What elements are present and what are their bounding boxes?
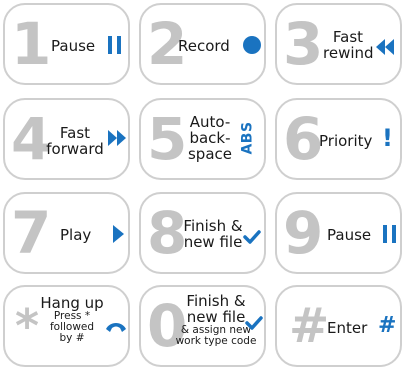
key-label: Hang up Press * followed by # (35, 295, 109, 344)
key-label: Priority (319, 132, 373, 150)
pause-icon (383, 225, 397, 243)
key-digit: 9 (283, 199, 323, 267)
key-label: Pause (51, 37, 96, 55)
key-5-auto-backspace[interactable]: 5 Auto- back- space ABS (139, 98, 266, 180)
key-label: Fast forward (45, 125, 105, 157)
key-label: Enter (327, 319, 368, 337)
key-label-line: back- (189, 129, 231, 147)
key-4-fast-forward[interactable]: 4 Fast forward (3, 98, 130, 180)
key-label-line: Fast (59, 124, 91, 142)
key-digit: 3 (283, 10, 323, 78)
key-sublabel: work type code (175, 335, 257, 347)
key-digit: 5 (147, 105, 187, 173)
exclamation-icon: ! (382, 124, 393, 152)
key-label-line: forward (46, 140, 104, 158)
key-label-line: space (187, 145, 232, 163)
fast-forward-icon (108, 130, 128, 146)
key-8-finish-new-file[interactable]: 8 Finish & new file (139, 192, 266, 274)
fast-rewind-icon (375, 39, 395, 55)
key-label-line: new file (183, 233, 243, 251)
hash-icon: # (378, 313, 397, 338)
key-label: Pause (327, 226, 372, 244)
key-label-line: Fast (332, 28, 364, 46)
checkmark-icon (243, 230, 261, 244)
key-hash-enter[interactable]: # Enter # (275, 285, 402, 367)
key-digit: 8 (147, 199, 187, 267)
key-3-fast-rewind[interactable]: 3 Fast rewind (275, 3, 402, 85)
key-label-line: Auto- (189, 113, 231, 131)
key-digit: 6 (283, 105, 323, 173)
hang-up-phone-icon (105, 320, 127, 334)
pause-icon (108, 36, 122, 54)
key-star-hang-up[interactable]: * Hang up Press * followed by # (3, 285, 130, 367)
key-label-line: Finish & (183, 217, 243, 235)
key-label-line: Finish & (186, 292, 246, 310)
key-1-pause[interactable]: 1 Pause (3, 3, 130, 85)
key-digit: 7 (11, 199, 51, 267)
key-0-finish-assign-work-type[interactable]: 0 Finish & new file & assign new work ty… (139, 285, 266, 367)
key-digit: * (15, 299, 39, 353)
abs-badge: ABS (239, 121, 256, 155)
key-label: Auto- back- space (185, 114, 235, 162)
key-9-pause[interactable]: 9 Pause (275, 192, 402, 274)
key-6-priority[interactable]: 6 Priority ! (275, 98, 402, 180)
keypad-grid: 1 Pause 2 Record 3 Fast rewind 4 Fast fo… (0, 0, 405, 370)
key-label: Record (178, 37, 230, 55)
key-label: Finish & new file (181, 218, 245, 250)
key-7-play[interactable]: 7 Play (3, 192, 130, 274)
key-label-line: rewind (323, 44, 374, 62)
key-label-line: Hang up (40, 294, 104, 312)
record-icon (242, 35, 262, 55)
key-2-record[interactable]: 2 Record (139, 3, 266, 85)
key-digit: 1 (11, 10, 51, 78)
key-label: Fast rewind (323, 28, 374, 62)
key-sublabel: by # (59, 332, 85, 344)
play-icon (113, 225, 125, 243)
key-digit: 4 (11, 105, 51, 173)
checkmark-icon (245, 316, 263, 330)
key-digit: # (289, 298, 329, 354)
key-label: Play (60, 226, 92, 244)
